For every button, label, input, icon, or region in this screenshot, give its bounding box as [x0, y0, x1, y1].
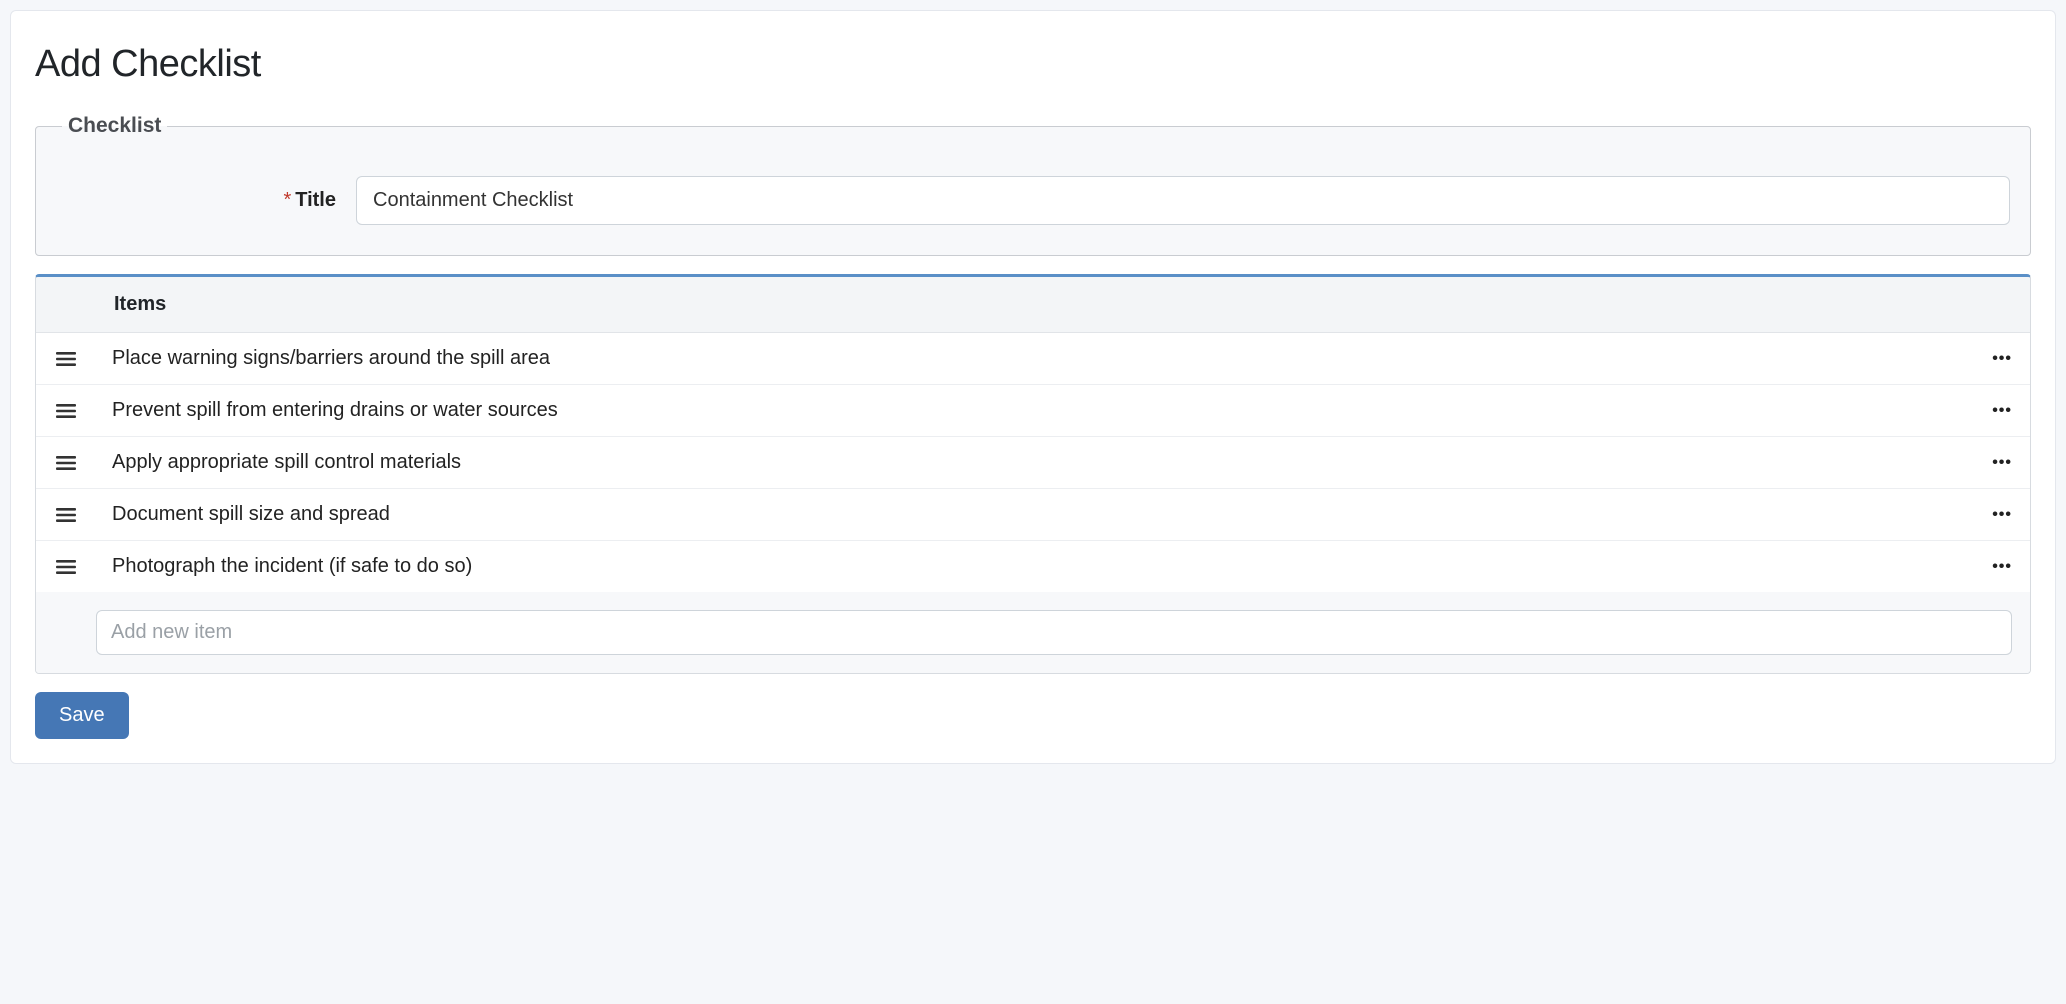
more-actions-icon[interactable]: ••• [1982, 506, 2012, 524]
more-actions-icon[interactable]: ••• [1982, 402, 2012, 420]
title-label-text: Title [295, 189, 336, 211]
item-text: Photograph the incident (if safe to do s… [112, 555, 1982, 578]
main-card: Add Checklist Checklist *Title Items Pla… [10, 10, 2056, 764]
drag-handle-icon[interactable] [54, 559, 78, 575]
item-text: Place warning signs/barriers around the … [112, 347, 1982, 370]
item-row: Prevent spill from entering drains or wa… [36, 385, 2030, 437]
items-list: Place warning signs/barriers around the … [36, 333, 2030, 592]
required-indicator: * [283, 189, 291, 211]
item-row: Photograph the incident (if safe to do s… [36, 541, 2030, 592]
add-item-row [36, 592, 2030, 673]
item-row: Place warning signs/barriers around the … [36, 333, 2030, 385]
item-text: Apply appropriate spill control material… [112, 451, 1982, 474]
item-text: Document spill size and spread [112, 503, 1982, 526]
title-row: *Title [56, 176, 2010, 225]
checklist-fieldset: Checklist *Title [35, 114, 2031, 256]
drag-handle-icon[interactable] [54, 403, 78, 419]
page-title: Add Checklist [35, 43, 2031, 86]
drag-handle-icon[interactable] [54, 455, 78, 471]
add-item-input[interactable] [96, 610, 2012, 655]
item-row: Apply appropriate spill control material… [36, 437, 2030, 489]
item-text: Prevent spill from entering drains or wa… [112, 399, 1982, 422]
item-row: Document spill size and spread••• [36, 489, 2030, 541]
items-panel: Items Place warning signs/barriers aroun… [35, 274, 2031, 674]
more-actions-icon[interactable]: ••• [1982, 454, 2012, 472]
title-input[interactable] [356, 176, 2010, 225]
title-label: *Title [56, 189, 356, 212]
drag-handle-icon[interactable] [54, 507, 78, 523]
more-actions-icon[interactable]: ••• [1982, 558, 2012, 576]
drag-handle-icon[interactable] [54, 351, 78, 367]
items-header: Items [36, 277, 2030, 333]
fieldset-legend: Checklist [62, 114, 167, 138]
more-actions-icon[interactable]: ••• [1982, 350, 2012, 368]
save-button[interactable]: Save [35, 692, 129, 739]
